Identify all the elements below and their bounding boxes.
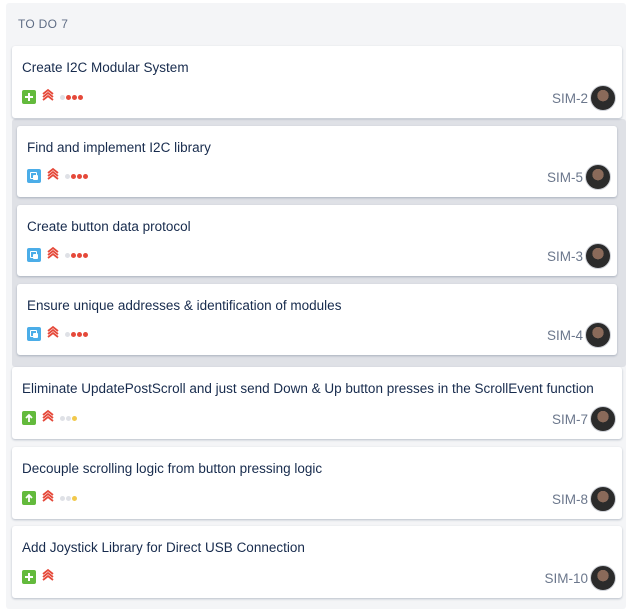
card-meta xyxy=(22,489,78,508)
card-title: Create I2C Modular System xyxy=(22,60,189,75)
estimate-dots xyxy=(65,252,89,258)
estimate-dot xyxy=(71,252,76,258)
card-meta xyxy=(22,88,84,107)
estimate-dot xyxy=(72,415,77,421)
subtask-icon xyxy=(27,169,41,183)
assignee-avatar[interactable] xyxy=(590,406,616,432)
card-title: Eliminate UpdatePostScroll and just send… xyxy=(22,381,594,396)
estimate-dot xyxy=(65,173,70,179)
assignee-avatar[interactable] xyxy=(590,486,616,512)
estimate-dot xyxy=(72,495,77,501)
estimate-dot xyxy=(72,94,77,100)
estimate-dots xyxy=(60,495,78,501)
card-meta xyxy=(27,325,89,344)
estimate-dots xyxy=(60,415,78,421)
issue-card[interactable]: Add Joystick Library for Direct USB Conn… xyxy=(12,526,622,598)
issue-key[interactable]: SIM-2 xyxy=(552,91,588,106)
estimate-dot xyxy=(66,94,71,100)
assignee-avatar[interactable] xyxy=(585,322,611,348)
issue-card[interactable]: Create button data protocol SIM-3 xyxy=(17,205,617,276)
story-plus-icon xyxy=(22,570,36,584)
estimate-dot xyxy=(83,252,88,258)
estimate-dot xyxy=(83,331,88,337)
card-meta xyxy=(27,246,89,265)
estimate-dots xyxy=(60,94,84,100)
estimate-dot xyxy=(77,173,82,179)
issue-card[interactable]: Ensure unique addresses & identification… xyxy=(17,284,617,355)
issue-card[interactable]: Find and implement I2C library SIM-5 xyxy=(17,126,617,197)
highest-priority-icon xyxy=(42,568,54,587)
card-title: Find and implement I2C library xyxy=(27,140,211,155)
estimate-dot xyxy=(65,331,70,337)
estimate-dot xyxy=(60,415,65,421)
card-title: Ensure unique addresses & identification… xyxy=(27,298,342,313)
issue-key[interactable]: SIM-10 xyxy=(544,571,588,586)
estimate-dot xyxy=(60,94,65,100)
estimate-dot xyxy=(66,415,71,421)
issue-card[interactable]: Create I2C Modular System SIM-2 xyxy=(12,46,622,118)
card-meta xyxy=(22,409,78,428)
estimate-dot xyxy=(60,495,65,501)
improvement-arrow-icon xyxy=(22,491,36,505)
highest-priority-icon xyxy=(47,246,59,265)
assignee-avatar[interactable] xyxy=(590,85,616,111)
column-title: TO DO xyxy=(18,17,58,31)
estimate-dot xyxy=(77,252,82,258)
card-title: Create button data protocol xyxy=(27,219,191,234)
estimate-dot xyxy=(78,94,83,100)
assignee-avatar[interactable] xyxy=(590,565,616,591)
estimate-dots xyxy=(65,331,89,337)
estimate-dot xyxy=(83,173,88,179)
story-plus-icon xyxy=(22,90,36,104)
estimate-dots xyxy=(65,173,89,179)
issue-card[interactable]: Eliminate UpdatePostScroll and just send… xyxy=(12,367,622,439)
card-meta xyxy=(27,167,89,186)
subtask-icon xyxy=(27,327,41,341)
column-header: TO DO 7 xyxy=(18,17,68,31)
highest-priority-icon xyxy=(42,489,54,508)
assignee-avatar[interactable] xyxy=(585,243,611,269)
card-title: Add Joystick Library for Direct USB Conn… xyxy=(22,540,305,555)
estimate-dot xyxy=(77,331,82,337)
issue-key[interactable]: SIM-4 xyxy=(547,328,583,343)
assignee-avatar[interactable] xyxy=(585,164,611,190)
issue-key[interactable]: SIM-7 xyxy=(552,412,588,427)
estimate-dot xyxy=(71,331,76,337)
card-title: Decouple scrolling logic from button pre… xyxy=(22,461,323,476)
issue-key[interactable]: SIM-8 xyxy=(552,492,588,507)
highest-priority-icon xyxy=(47,167,59,186)
estimate-dot xyxy=(65,252,70,258)
column-count: 7 xyxy=(61,17,69,31)
issue-key[interactable]: SIM-5 xyxy=(547,170,583,185)
highest-priority-icon xyxy=(42,88,54,107)
improvement-arrow-icon xyxy=(22,411,36,425)
issue-key[interactable]: SIM-3 xyxy=(547,249,583,264)
issue-card[interactable]: Decouple scrolling logic from button pre… xyxy=(12,447,622,519)
highest-priority-icon xyxy=(42,409,54,428)
card-meta xyxy=(22,568,60,587)
highest-priority-icon xyxy=(47,325,59,344)
subtask-icon xyxy=(27,248,41,262)
estimate-dot xyxy=(66,495,71,501)
estimate-dot xyxy=(71,173,76,179)
